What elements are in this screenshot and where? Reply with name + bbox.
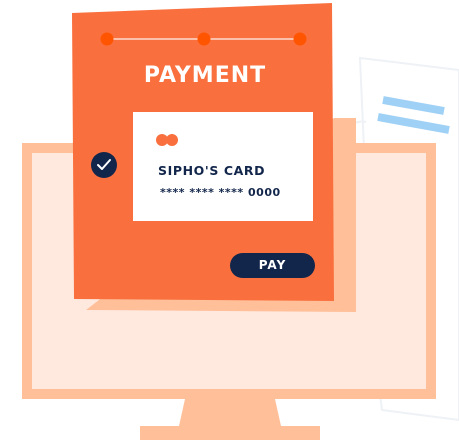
check-icon: [91, 152, 117, 178]
sheet-dot-right: [293, 32, 307, 46]
sheet-dot-left: [100, 32, 114, 46]
card-name: SIPHO'S CARD: [158, 163, 266, 178]
card-number: **** **** **** 0000: [160, 186, 281, 199]
monitor-stand: [179, 399, 281, 426]
sheet-dot-middle: [197, 32, 211, 46]
pay-button[interactable]: PAY: [230, 253, 315, 278]
monitor-base: [140, 426, 320, 440]
payment-title: PAYMENT: [143, 63, 267, 88]
